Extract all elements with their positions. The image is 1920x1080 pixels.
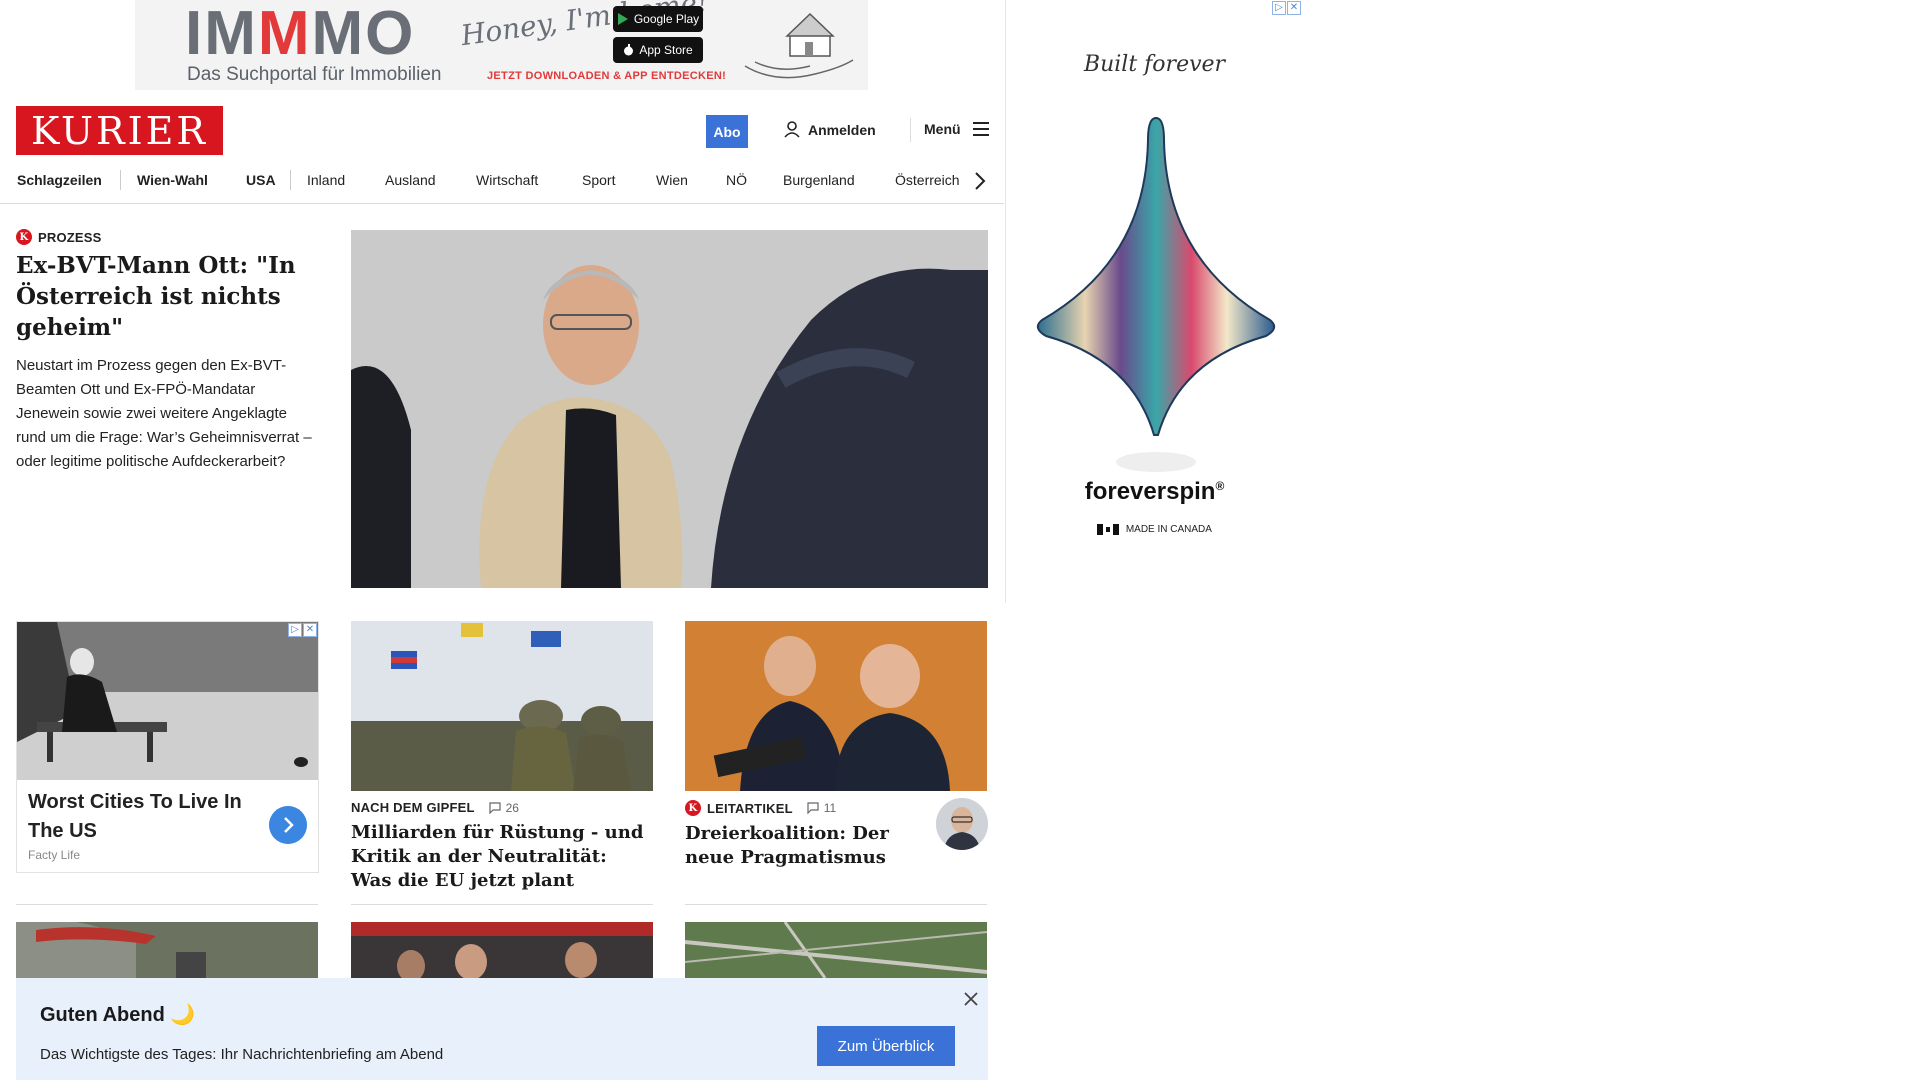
nav-item-sport[interactable]: Sport: [582, 172, 615, 188]
lead-teaser[interactable]: Neustart im Prozess gegen den Ex-BVT-Bea…: [16, 354, 320, 474]
card-headline[interactable]: Dreierkoalition: Der neue Pragmatismus: [685, 822, 917, 870]
ad-cta-text: JETZT DOWNLOADEN & APP ENTDECKEN!: [487, 70, 727, 82]
card-meta: NACH DEM GIPFEL 26: [351, 800, 653, 815]
google-play-label: Google Play: [633, 12, 700, 26]
article-photo[interactable]: [16, 922, 318, 978]
spinning-top-illustration: [1036, 116, 1276, 472]
nav-item-wien[interactable]: Wien: [656, 172, 688, 188]
row-divider: [351, 904, 653, 905]
login-button[interactable]: Anmelden: [784, 121, 876, 138]
nav-item-usa[interactable]: USA: [246, 172, 276, 188]
ad-tagline: Das Suchportal für Immobilien: [187, 64, 442, 85]
nav-item-noe[interactable]: NÖ: [726, 172, 747, 188]
article-card[interactable]: NACH DEM GIPFEL 26 Milliarden für Rüstun…: [351, 621, 653, 893]
lead-headline[interactable]: Ex-BVT-Mann Ott: "In Österreich ist nich…: [16, 250, 316, 343]
card-kicker: NACH DEM GIPFEL: [351, 800, 475, 815]
ad-choices-icon[interactable]: ▷: [1272, 1, 1286, 15]
comment-icon: [807, 802, 819, 814]
card-headline[interactable]: Milliarden für Rüstung - und Kritik an d…: [351, 821, 653, 893]
user-icon: [784, 121, 800, 138]
close-icon[interactable]: ✕: [303, 623, 317, 637]
chevron-right-icon[interactable]: [269, 806, 307, 844]
article-photo[interactable]: [685, 922, 987, 978]
kurier-k-icon: K: [16, 229, 32, 245]
article-photo: [685, 621, 987, 791]
nav-item-wirtschaft[interactable]: Wirtschaft: [476, 172, 538, 188]
app-store-label: App Store: [639, 43, 693, 57]
house-in-hand-illustration: [744, 12, 854, 79]
briefing-text: Das Wichtigste des Tages: Ihr Nachrichte…: [40, 1046, 444, 1063]
nav-item-oesterreich[interactable]: Österreich: [895, 172, 960, 188]
kurier-k-icon: K: [685, 800, 701, 816]
made-in-canada: MADE IN CANADA: [1006, 524, 1303, 535]
login-label: Anmelden: [808, 121, 876, 138]
ad-slogan: Built forever: [1083, 52, 1226, 77]
row-divider: [685, 904, 987, 905]
lead-photo-image: [351, 230, 988, 588]
nav-item-schlagzeilen[interactable]: Schlagzeilen: [17, 172, 102, 188]
google-play-badge[interactable]: Google Play: [613, 6, 703, 32]
overview-button[interactable]: Zum Überblick: [817, 1026, 955, 1066]
header-divider: [910, 118, 911, 142]
chevron-right-icon[interactable]: [970, 169, 990, 193]
nav-item-wien-wahl[interactable]: Wien-Wahl: [137, 172, 208, 188]
skyscraper-ad[interactable]: ▷ ✕ Built forever foreverspin® MADE IN C…: [1005, 0, 1303, 603]
canada-flag-icon: [1097, 524, 1120, 535]
nav-divider: [290, 170, 291, 190]
native-ad-photo: [17, 622, 318, 780]
immmo-logo: IMMMO: [185, 0, 416, 68]
close-icon[interactable]: [960, 988, 982, 1010]
card-kicker: K LEITARTIKEL: [685, 800, 793, 816]
menu-button[interactable]: Menü: [924, 121, 989, 137]
article-photo[interactable]: [351, 922, 653, 978]
comment-icon: [489, 801, 501, 814]
lead-kicker: K PROZESS: [16, 229, 102, 245]
lead-photo[interactable]: [351, 230, 988, 588]
briefing-greeting: Guten Abend 🌙: [40, 1004, 196, 1026]
ad-choices[interactable]: ▷ ✕: [288, 623, 317, 637]
nav-item-ausland[interactable]: Ausland: [385, 172, 436, 188]
row-divider: [16, 904, 318, 905]
native-ad-card[interactable]: ▷ ✕ Worst Cities To Live In The US Facty…: [16, 621, 319, 873]
ad-choices[interactable]: ▷ ✕: [1272, 1, 1301, 15]
article-photo: [351, 621, 653, 791]
hamburger-icon: [972, 122, 989, 136]
lead-kicker-label: PROZESS: [38, 229, 102, 245]
nav-item-inland[interactable]: Inland: [307, 172, 345, 188]
category-nav: Schlagzeilen Wien-Wahl USA Inland Auslan…: [0, 160, 1004, 204]
apple-icon: [624, 44, 634, 56]
native-ad-title[interactable]: Worst Cities To Live In The US: [28, 788, 258, 846]
play-store-icon: [617, 13, 628, 25]
abo-button[interactable]: Abo: [706, 115, 748, 148]
article-card[interactable]: K LEITARTIKEL 11 Dreierkoalition: Der ne…: [685, 621, 988, 870]
comment-count[interactable]: 26: [489, 801, 519, 815]
menu-label: Menü: [924, 121, 961, 137]
top-banner-ad[interactable]: IMMMO Das Suchportal für Immobilien Hone…: [135, 0, 868, 90]
evening-briefing-banner: Guten Abend 🌙 Das Wichtigste des Tages: …: [16, 978, 988, 1080]
author-avatar[interactable]: [936, 798, 988, 850]
close-icon[interactable]: ✕: [1287, 1, 1301, 15]
app-store-badge[interactable]: App Store: [613, 37, 703, 63]
nav-divider: [120, 170, 121, 190]
moon-icon: 🌙: [170, 1004, 196, 1026]
ad-brand-name: foreverspin®: [1084, 478, 1225, 505]
nav-item-burgenland[interactable]: Burgenland: [783, 172, 855, 188]
ad-choices-icon[interactable]: ▷: [288, 623, 302, 637]
native-ad-source: Facty Life: [28, 848, 81, 862]
kurier-logo[interactable]: KURIER: [16, 106, 223, 155]
comment-count[interactable]: 11: [807, 801, 836, 815]
